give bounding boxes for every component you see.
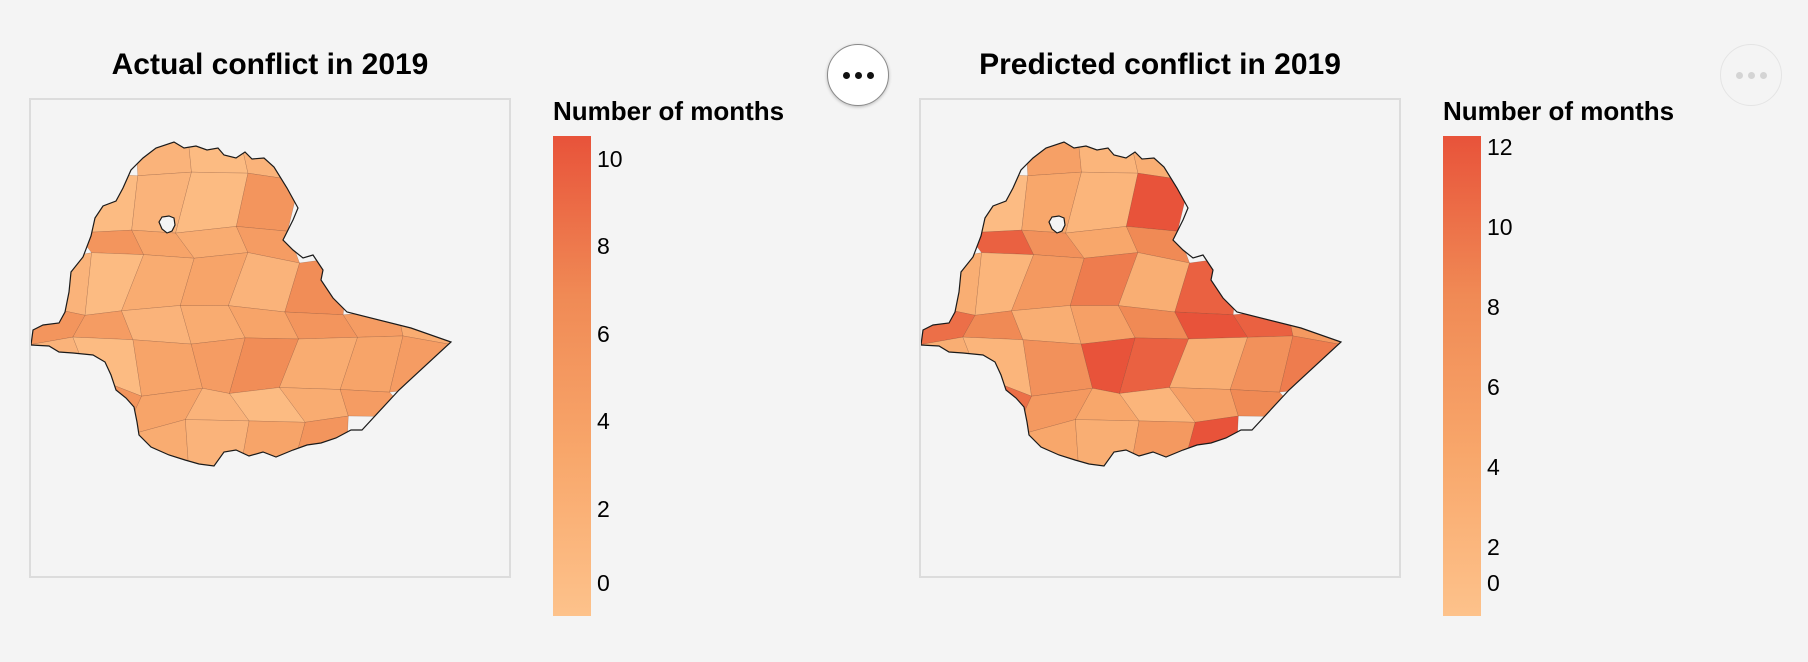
region — [240, 420, 306, 466]
legend-tick: 2 — [597, 496, 610, 522]
predicted-conflict-panel: Predicted conflict in 2019 Number of mon… — [890, 0, 1780, 662]
actual-conflict-panel: Actual conflict in 2019 Number of months… — [0, 0, 890, 662]
color-legend: Number of months 10 8 6 4 2 0 — [553, 96, 833, 616]
legend-tick: 2 — [1487, 534, 1500, 560]
legend-gradient-bar — [553, 136, 591, 616]
legend-tick: 6 — [597, 321, 610, 347]
map-title: Actual conflict in 2019 — [111, 48, 429, 81]
map-title: Predicted conflict in 2019 — [979, 48, 1341, 81]
legend-tick: 0 — [1487, 570, 1500, 596]
legend-gradient-bar — [1443, 136, 1481, 616]
ethiopia-map — [919, 98, 1401, 578]
legend-tick: 8 — [1487, 294, 1500, 320]
legend-title: Number of months — [1443, 96, 1675, 126]
region — [339, 389, 412, 417]
choropleth-svg — [31, 141, 453, 467]
region — [1130, 420, 1196, 466]
dot-icon — [1735, 71, 1743, 79]
ethiopia-map — [29, 98, 511, 578]
legend-tick: 12 — [1487, 134, 1513, 160]
legend-title: Number of months — [553, 96, 785, 126]
region — [31, 252, 92, 316]
more-options-button-disabled[interactable] — [1720, 44, 1782, 106]
legend-tick: 8 — [597, 233, 610, 259]
legend-tick: 4 — [1487, 454, 1500, 480]
choropleth-svg — [921, 141, 1343, 467]
region — [921, 252, 982, 316]
legend-tick: 4 — [597, 408, 610, 434]
legend-tick: 6 — [1487, 374, 1500, 400]
region — [76, 172, 138, 234]
dot-icon — [1747, 71, 1755, 79]
dot-icon — [854, 71, 862, 79]
region — [1229, 389, 1302, 417]
dot-icon — [866, 71, 874, 79]
legend-tick: 10 — [1487, 214, 1513, 240]
color-legend: Number of months 12 10 8 6 4 2 0 — [1443, 96, 1723, 616]
more-options-button[interactable] — [827, 44, 889, 106]
dot-icon — [1759, 71, 1767, 79]
region — [1075, 419, 1140, 466]
legend-tick: 10 — [597, 146, 623, 172]
dot-icon — [842, 71, 850, 79]
region — [966, 172, 1028, 234]
region — [185, 419, 250, 466]
legend-tick: 0 — [597, 570, 610, 596]
